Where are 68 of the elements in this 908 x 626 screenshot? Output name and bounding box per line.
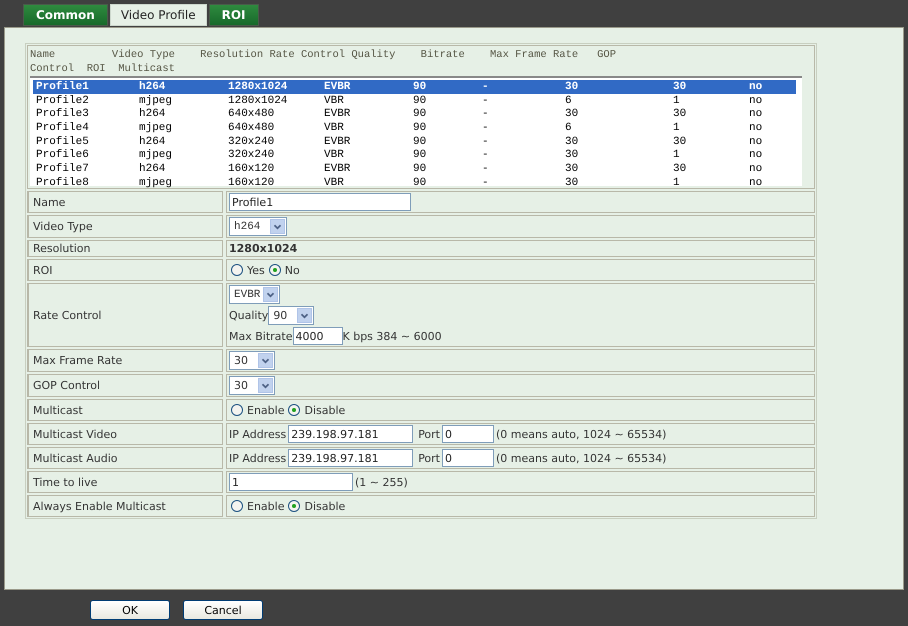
dropdown[interactable]: 30	[229, 376, 275, 395]
chevron-down-icon	[270, 219, 285, 234]
tab[interactable]: ROI	[208, 4, 259, 26]
field-label: ROI	[27, 259, 223, 281]
field-label: Rate Control	[27, 283, 223, 347]
field-label: Time to live	[27, 471, 223, 493]
tab[interactable]: Common	[23, 4, 108, 26]
chevron-down-icon	[297, 308, 312, 323]
profile-row[interactable]: Profile7 h264 160x120 EVBR 90 - 30 30 no	[33, 162, 796, 176]
profile-row[interactable]: Profile5 h264 320x240 EVBR 90 - 30 30 no	[33, 134, 796, 148]
radio-button[interactable]	[231, 264, 243, 276]
radio-button[interactable]	[231, 404, 243, 416]
list-header: Control ROI Multicast	[30, 62, 176, 76]
hint-text: (1 ~ 255)	[355, 476, 408, 488]
bitrate-label: Max Bitrate	[229, 330, 292, 342]
field-label: Video Type	[27, 215, 223, 238]
field-label: Resolution	[27, 240, 223, 257]
field-label: Max Frame Rate	[27, 349, 223, 372]
radio-button[interactable]	[288, 500, 300, 512]
profile-row[interactable]: Profile4 mjpeg 640x480 VBR 90 - 6 1 no	[33, 121, 796, 135]
ok-button[interactable]: OK	[90, 600, 170, 620]
bitrate-hint: K bps 384 ~ 6000	[342, 330, 442, 342]
field-label: Multicast Video	[27, 423, 223, 445]
port-label: Port	[418, 452, 440, 464]
quality-label: Quality	[229, 309, 268, 322]
text-field[interactable]: 1	[229, 473, 353, 491]
hint-text: (0 means auto, 1024 ~ 65534)	[496, 428, 666, 440]
radio-label: Enable	[247, 500, 284, 512]
radio-label: Yes	[247, 264, 265, 276]
tab[interactable]: Video Profile	[110, 4, 207, 26]
text-field[interactable]: Profile1	[229, 193, 411, 211]
profile-row[interactable]: Profile6 mjpeg 320x240 VBR 90 - 30 1 no	[33, 148, 796, 162]
field-label: GOP Control	[27, 374, 223, 397]
field-label: Multicast	[27, 399, 223, 421]
profile-row[interactable]: Profile8 mjpeg 160x120 VBR 90 - 30 1 no	[33, 176, 796, 190]
port-field[interactable]: 0	[442, 425, 494, 443]
ip-label: IP Address	[229, 428, 286, 440]
port-label: Port	[418, 428, 440, 440]
dropdown[interactable]: EVBR	[229, 285, 280, 304]
field-label: Multicast Audio	[27, 447, 223, 469]
radio-label: Disable	[304, 500, 346, 512]
radio-button[interactable]	[231, 500, 243, 512]
radio-button[interactable]	[268, 264, 281, 276]
ip-field[interactable]: 239.198.97.181	[288, 425, 414, 443]
bitrate-field[interactable]: 4000	[292, 327, 342, 345]
radio-button[interactable]	[288, 404, 300, 416]
chevron-down-icon	[258, 378, 273, 393]
profile-row[interactable]: Profile2 mjpeg 1280x1024 VBR 90 - 6 1 no	[33, 94, 796, 108]
field-label: Name	[27, 191, 223, 213]
profile-row[interactable]: Profile3 h264 640x480 EVBR 90 - 30 30 no	[33, 107, 796, 122]
list-header: Name Video Type Resolution Rate Control Quality Bitrate Max Frame Rate GOP	[30, 48, 617, 62]
dropdown[interactable]: h264	[229, 217, 287, 236]
ip-label: IP Address	[229, 452, 286, 464]
hint-text: (0 means auto, 1024 ~ 65534)	[496, 452, 666, 464]
field-label: Always Enable Multicast	[27, 495, 223, 517]
cancel-button[interactable]: Cancel	[183, 600, 263, 620]
profile-list[interactable]	[30, 76, 802, 186]
resolution-value: 1280x1024	[229, 242, 298, 255]
port-field[interactable]: 0	[442, 449, 494, 467]
chevron-down-icon	[258, 353, 273, 368]
ip-field[interactable]: 239.198.97.181	[288, 449, 414, 467]
dropdown[interactable]: 30	[229, 351, 275, 370]
profile-row[interactable]: Profile1 h264 1280x1024 EVBR 90 - 30 30 no	[33, 80, 796, 94]
radio-label: Enable	[247, 404, 284, 416]
radio-label: Disable	[304, 404, 346, 416]
radio-label: No	[284, 264, 300, 276]
chevron-down-icon	[263, 287, 278, 302]
dropdown[interactable]: 90	[268, 306, 314, 325]
